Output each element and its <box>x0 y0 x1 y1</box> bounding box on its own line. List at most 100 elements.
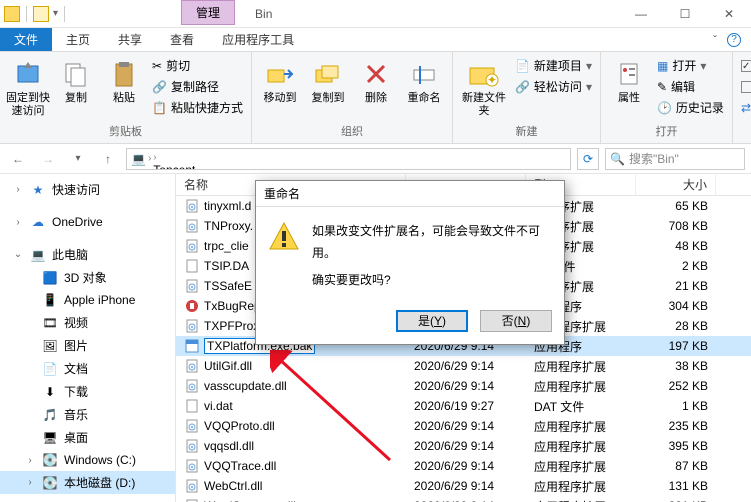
history-icon: 🕑 <box>657 101 672 115</box>
iphone-icon: 📱 <box>42 292 58 308</box>
group-open-label: 打开 <box>607 123 726 141</box>
pc-icon: 💻 <box>131 152 146 166</box>
file-row[interactable]: UtilGif.dll2020/6/29 9:14应用程序扩展38 KB <box>176 356 751 376</box>
dialog-message-2: 确实要更改吗? <box>312 270 552 292</box>
recent-dropdown[interactable]: ▾ <box>66 147 90 171</box>
open-icon: ▦ <box>657 59 668 73</box>
file-icon <box>184 238 200 254</box>
folder-open-icon <box>33 6 49 22</box>
dialog-title: 重命名 <box>256 181 564 207</box>
properties-button[interactable]: 属性 <box>607 54 651 105</box>
title-bar: ▾ 管理 Bin — ☐ ✕ <box>0 0 751 28</box>
rename-button[interactable]: 重命名 <box>402 54 446 105</box>
file-row[interactable]: vqqsdl.dll2020/6/29 9:14应用程序扩展395 KB <box>176 436 751 456</box>
select-none-icon <box>741 81 751 93</box>
qat-dropdown-icon[interactable]: ▾ <box>53 8 58 19</box>
pin-quick-access-button[interactable]: 固定到快速访问 <box>6 54 50 118</box>
select-all-button[interactable]: 全部选择 <box>739 56 751 75</box>
tab-share[interactable]: 共享 <box>104 28 156 51</box>
tab-app-tools[interactable]: 应用程序工具 <box>208 28 308 51</box>
pc-icon: 💻 <box>30 247 46 263</box>
maximize-button[interactable]: ☐ <box>663 0 707 28</box>
copy-button[interactable]: 复制 <box>54 54 98 105</box>
no-button[interactable]: 否(N) <box>480 310 552 332</box>
ribbon-collapse-icon[interactable]: ˇ <box>713 33 717 47</box>
search-placeholder: 搜索"Bin" <box>629 150 679 167</box>
tab-view[interactable]: 查看 <box>156 28 208 51</box>
file-row[interactable]: VQQTrace.dll2020/6/29 9:14应用程序扩展87 KB <box>176 456 751 476</box>
window-title: Bin <box>255 7 272 21</box>
folder-icon <box>4 6 20 22</box>
sidebar-item[interactable]: 🎞视频 <box>0 311 175 334</box>
edit-button[interactable]: ✎编辑 <box>655 77 726 96</box>
col-size[interactable]: 大小 <box>636 174 716 195</box>
file-icon <box>184 258 200 274</box>
copy-path-button[interactable]: 🔗复制路径 <box>150 77 245 96</box>
downloads-icon: ⬇ <box>42 384 58 400</box>
sidebar-item[interactable]: ⬇下载 <box>0 380 175 403</box>
yes-button[interactable]: 是(Y) <box>396 310 468 332</box>
sidebar-onedrive[interactable]: ›☁OneDrive <box>0 211 175 233</box>
sidebar-item[interactable]: ›💽Windows (C:) <box>0 449 175 471</box>
forward-button[interactable]: → <box>36 147 60 171</box>
history-button[interactable]: 🕑历史记录 <box>655 98 726 117</box>
disk-icon: 💽 <box>42 452 58 468</box>
svg-text:✦: ✦ <box>487 73 497 87</box>
sidebar-item[interactable]: ›💽本地磁盘 (D:) <box>0 471 175 494</box>
breadcrumb-segment[interactable]: Tencent <box>153 163 225 170</box>
invert-selection-button[interactable]: ⇄反向选择 <box>739 98 751 117</box>
search-box[interactable]: 🔍 搜索"Bin" <box>605 148 745 170</box>
new-folder-button[interactable]: ✦ 新建文件夹 <box>459 54 509 118</box>
paste-button[interactable]: 粘贴 <box>102 54 146 105</box>
path-icon: 🔗 <box>152 80 167 94</box>
sidebar-item[interactable]: 📱Apple iPhone <box>0 289 175 311</box>
file-row[interactable]: WordSegment.dll2020/6/29 9:14应用程序扩展331 K… <box>176 496 751 502</box>
sidebar-item[interactable]: 🎵音乐 <box>0 403 175 426</box>
file-row[interactable]: WebCtrl.dll2020/6/29 9:14应用程序扩展131 KB <box>176 476 751 496</box>
file-icon <box>184 458 200 474</box>
invert-icon: ⇄ <box>741 101 751 115</box>
sidebar-item[interactable]: 🖥桌面 <box>0 426 175 449</box>
address-row: ← → ▾ ↑ 💻 › 此电脑 › 本地磁盘 (D:) › 电脑软件应用 › T… <box>0 144 751 174</box>
sidebar-item[interactable]: 📄文档 <box>0 357 175 380</box>
select-none-button[interactable]: 全部取消 <box>739 77 751 96</box>
copy-to-button[interactable]: 复制到 <box>306 54 350 105</box>
address-bar[interactable]: 💻 › 此电脑 › 本地磁盘 (D:) › 电脑软件应用 › Tencent ›… <box>126 148 571 170</box>
paste-shortcut-button[interactable]: 📋粘贴快捷方式 <box>150 98 245 117</box>
ribbon: 固定到快速访问 复制 粘贴 ✂剪切 🔗复制路径 📋粘贴快捷方式 剪贴板 移动到 <box>0 52 751 144</box>
open-button[interactable]: ▦打开▾ <box>655 56 726 75</box>
group-select-label: 选择 <box>739 123 751 141</box>
minimize-button[interactable]: — <box>619 0 663 28</box>
file-icon <box>184 498 200 502</box>
tab-file[interactable]: 文件 <box>0 28 52 51</box>
file-row[interactable]: vasscupdate.dll2020/6/29 9:14应用程序扩展252 K… <box>176 376 751 396</box>
nav-sidebar: ›★快速访问 ›☁OneDrive ⌄💻此电脑 🟦3D 对象📱Apple iPh… <box>0 174 176 502</box>
context-tab-manage: 管理 <box>181 0 235 25</box>
move-to-button[interactable]: 移动到 <box>258 54 302 105</box>
music-icon: 🎵 <box>42 407 58 423</box>
new-item-button[interactable]: 📄新建项目▾ <box>513 56 594 75</box>
docs-icon: 📄 <box>42 361 58 377</box>
cut-button[interactable]: ✂剪切 <box>150 56 245 75</box>
chevron-right-icon: › <box>153 152 156 163</box>
disk-icon: 💽 <box>42 475 58 491</box>
up-button[interactable]: ↑ <box>96 147 120 171</box>
breadcrumb-segment[interactable]: 电脑软件应用 <box>153 148 225 150</box>
file-icon <box>184 378 200 394</box>
tab-home[interactable]: 主页 <box>52 28 104 51</box>
sidebar-quick-access[interactable]: ›★快速访问 <box>0 178 175 201</box>
sidebar-this-pc[interactable]: ⌄💻此电脑 <box>0 243 175 266</box>
delete-button[interactable]: 删除 <box>354 54 398 105</box>
easy-access-button[interactable]: 🔗轻松访问▾ <box>513 77 594 96</box>
file-row[interactable]: vi.dat2020/6/19 9:27DAT 文件1 KB <box>176 396 751 416</box>
back-button[interactable]: ← <box>6 147 30 171</box>
refresh-button[interactable]: ⟳ <box>577 148 599 170</box>
video-icon: 🎞 <box>42 315 58 331</box>
file-row[interactable]: VQQProto.dll2020/6/29 9:14应用程序扩展235 KB <box>176 416 751 436</box>
group-clipboard-label: 剪贴板 <box>6 123 245 141</box>
sidebar-item[interactable]: 🖼图片 <box>0 334 175 357</box>
close-button[interactable]: ✕ <box>707 0 751 28</box>
help-icon[interactable]: ? <box>727 33 741 47</box>
cloud-icon: ☁ <box>30 214 46 230</box>
sidebar-item[interactable]: 🟦3D 对象 <box>0 266 175 289</box>
